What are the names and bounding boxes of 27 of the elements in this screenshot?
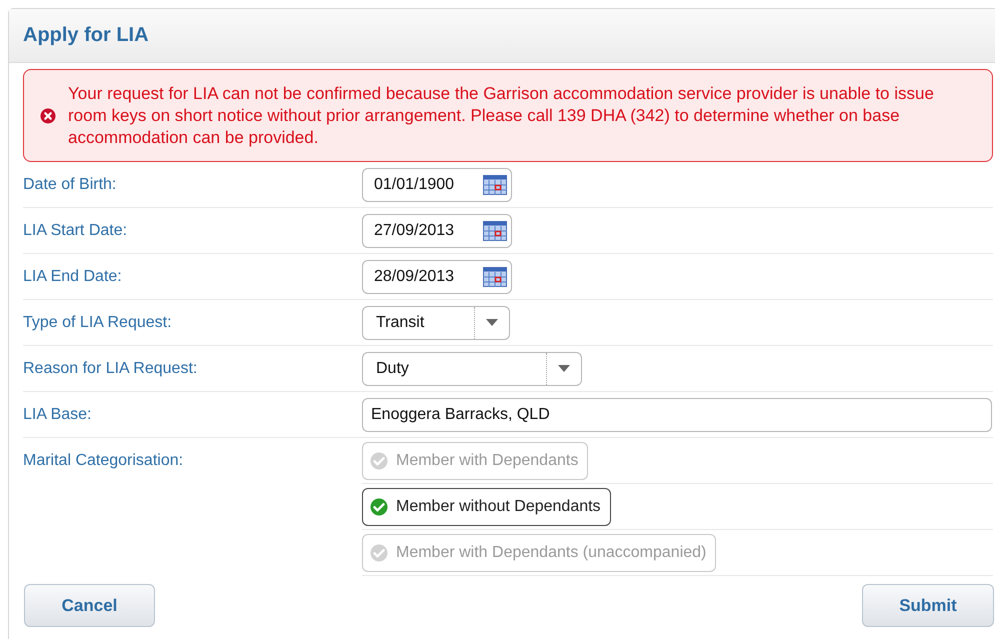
cancel-button[interactable]: Cancel	[24, 584, 155, 627]
field-label: Date of Birth:	[23, 176, 118, 194]
check-icon	[370, 452, 388, 470]
text-field[interactable]: Enoggera Barracks, QLD	[362, 398, 992, 432]
field-label: LIA Base:	[23, 406, 92, 424]
panel-title: Apply for LIA	[23, 24, 149, 47]
submit-button[interactable]: Submit	[862, 584, 994, 627]
caret-icon	[558, 365, 570, 372]
calendar-icon[interactable]	[483, 266, 507, 286]
date-field[interactable]: 28/09/2013	[362, 260, 512, 294]
dropdown[interactable]: Transit	[362, 306, 510, 340]
error-text: Your request for LIA can not be confirmed because the Garrison accommodation service provider is unable to issue room keys on short notice without prior arrangement. Please call 139 DHA (342) to determine whether on base accommodation can be provided.	[68, 82, 935, 148]
field-label: LIA End Date:	[23, 268, 123, 286]
dropdown[interactable]: Duty	[362, 352, 582, 386]
date-field[interactable]: 01/01/1900	[362, 168, 512, 202]
date-field[interactable]: 27/09/2013	[362, 214, 512, 248]
calendar-icon[interactable]	[483, 174, 507, 194]
field-label: Reason for LIA Request:	[23, 360, 198, 378]
check-icon	[370, 498, 388, 516]
error-icon	[40, 108, 56, 124]
option-toggle[interactable]: Member without Dependants	[362, 488, 611, 526]
check-icon	[370, 544, 388, 562]
field-label: Marital Categorisation:	[23, 451, 184, 470]
caret-icon	[486, 319, 498, 326]
field-label: Type of LIA Request:	[23, 314, 173, 332]
calendar-icon[interactable]	[483, 220, 507, 240]
field-label: LIA Start Date:	[23, 222, 128, 240]
